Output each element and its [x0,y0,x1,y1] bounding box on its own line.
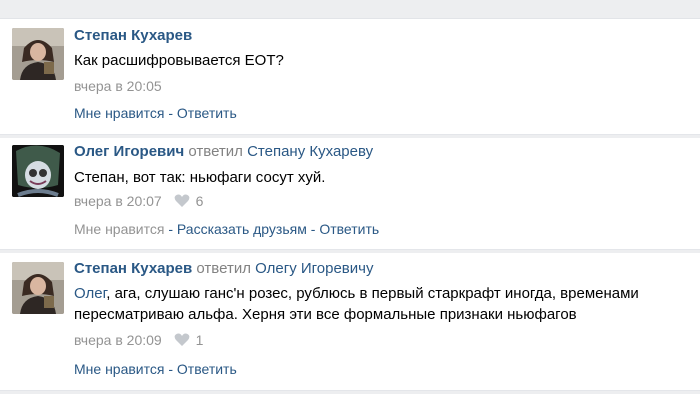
separator: - [306,221,320,237]
likes-count: 1 [195,332,204,348]
divider [0,249,700,253]
separator: - [164,221,177,237]
avatar-photo-icon [12,28,64,80]
timestamp[interactable]: вчера в 20:05 [74,78,162,94]
comment-text: Олег, ага, слушаю ганс'н розес, рублюсь … [74,283,694,325]
replied-label: ответил [188,143,243,160]
heart-icon [174,333,189,346]
author-name[interactable]: Степан Кухарев [74,260,192,277]
mention-link[interactable]: Олег [74,285,106,302]
divider [0,390,700,394]
reply-target[interactable]: Олегу Игоревичу [255,260,373,277]
replied-label: ответил [196,260,251,277]
like-button[interactable]: Мне нравится [74,361,164,377]
reply-target[interactable]: Степану Кухареву [247,143,373,160]
timestamp[interactable]: вчера в 20:07 [74,193,162,209]
timestamp[interactable]: вчера в 20:09 [74,332,162,348]
avatar[interactable] [12,262,64,314]
top-bar [0,0,700,19]
avatar-photo-icon [12,145,64,197]
likes-counter[interactable]: 1 [174,332,204,348]
reply-button[interactable]: Ответить [319,221,379,237]
like-button[interactable]: Мне нравится [74,221,164,237]
avatar[interactable] [12,145,64,197]
separator: - [164,361,177,377]
heart-icon [174,194,189,207]
avatar[interactable] [12,28,64,80]
likes-count: 6 [195,193,204,209]
reply-button[interactable]: Ответить [177,361,237,377]
likes-counter[interactable]: 6 [174,193,204,209]
like-button[interactable]: Мне нравится [74,105,164,121]
reply-button[interactable]: Ответить [177,105,237,121]
author-name[interactable]: Степан Кухарев [74,27,192,44]
avatar-photo-icon [12,262,64,314]
separator: - [164,105,177,121]
comment-body: , ага, слушаю ганс'н розес, рублюсь в пе… [74,285,639,323]
comment-text: Как расшифровывается ЕОТ? [74,52,284,69]
share-button[interactable]: Рассказать друзьям [177,221,307,237]
author-name[interactable]: Олег Игоревич [74,143,184,160]
divider [0,134,700,138]
comment-text: Степан, вот так: ньюфаги сосут хуй. [74,169,326,186]
